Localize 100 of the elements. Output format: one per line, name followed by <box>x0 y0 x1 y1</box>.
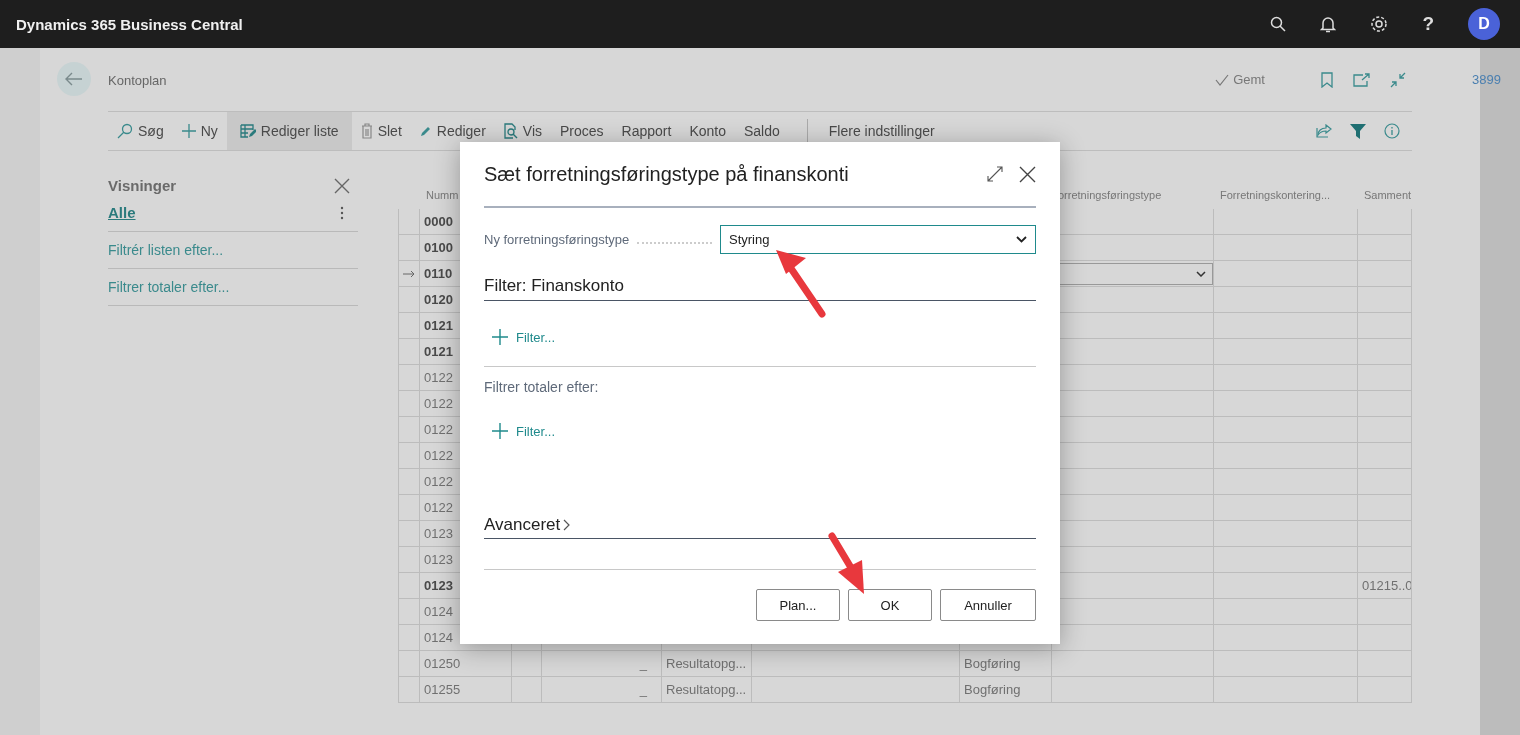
action-button[interactable]: Konto <box>680 112 735 150</box>
dialog-button[interactable]: Annuller <box>940 589 1036 621</box>
trash-icon <box>360 123 373 139</box>
chevron-right-icon <box>563 519 572 531</box>
row-marker-cell[interactable] <box>398 599 420 625</box>
account-number-cell[interactable]: 01255 <box>420 677 512 703</box>
table-cell: Bogføring <box>960 677 1052 703</box>
current-row-arrow-icon <box>403 269 415 278</box>
table-cell <box>1358 547 1412 573</box>
views-title: Visninger <box>108 177 177 194</box>
row-marker-cell[interactable] <box>398 391 420 417</box>
row-marker-cell[interactable] <box>398 313 420 339</box>
table-cell: Resultatopg... <box>662 677 752 703</box>
open-new-window-icon[interactable] <box>1353 72 1370 87</box>
table-cell <box>1358 287 1412 313</box>
row-marker-cell[interactable] <box>398 261 420 287</box>
row-marker-cell[interactable] <box>398 209 420 235</box>
collapse-icon[interactable] <box>1390 71 1406 88</box>
add-filter-link[interactable]: Filter... <box>492 329 555 345</box>
action-button[interactable]: Rediger <box>410 112 495 150</box>
row-marker-cell[interactable] <box>398 443 420 469</box>
select-field[interactable]: Styring <box>720 225 1036 254</box>
user-avatar[interactable]: D <box>1468 8 1500 40</box>
dialog-title: Sæt forretningsføringstype på finanskonti <box>484 162 850 186</box>
back-button[interactable] <box>57 62 91 96</box>
row-marker-cell[interactable] <box>398 287 420 313</box>
search-icon <box>117 123 133 139</box>
action-button[interactable]: Ny <box>172 112 227 150</box>
filter-icon[interactable] <box>1350 123 1366 139</box>
action-button[interactable]: Rapport <box>612 112 681 150</box>
dialog-button[interactable]: OK <box>848 589 932 621</box>
more-options-button[interactable]: Flere indstillinger <box>819 112 944 150</box>
bell-icon[interactable] <box>1320 15 1337 33</box>
row-marker-cell[interactable] <box>398 625 420 651</box>
row-marker-cell[interactable] <box>398 547 420 573</box>
search-icon[interactable] <box>1270 16 1287 32</box>
row-marker-cell[interactable] <box>398 521 420 547</box>
share-icon[interactable] <box>1316 124 1332 138</box>
column-header[interactable]: Forretningskontering... <box>1220 189 1331 201</box>
action-button[interactable]: Vis <box>494 112 551 150</box>
bookmark-icon[interactable] <box>1321 71 1333 88</box>
field-label: Ny forretningsføringstype <box>484 232 630 247</box>
close-icon[interactable] <box>1019 165 1036 183</box>
row-marker-cell[interactable] <box>398 573 420 599</box>
settings-icon[interactable] <box>1370 15 1389 33</box>
plus-icon <box>492 329 508 345</box>
table-cell <box>1358 235 1412 261</box>
plus-icon <box>492 423 508 439</box>
add-filter-link[interactable]: Filter... <box>492 423 555 439</box>
saved-status: Gemt <box>1233 72 1265 87</box>
totals-filter-label: Filtrer totaler efter: <box>484 379 599 395</box>
table-cell <box>1358 677 1412 703</box>
row-marker-cell[interactable] <box>398 339 420 365</box>
table-cell <box>1358 365 1412 391</box>
table-cell <box>1358 313 1412 339</box>
table-cell <box>1358 521 1412 547</box>
close-icon[interactable] <box>334 177 350 194</box>
row-marker-cell[interactable] <box>398 365 420 391</box>
row-marker-cell[interactable] <box>398 235 420 261</box>
check-icon <box>1215 73 1230 86</box>
action-button[interactable]: Saldo <box>735 112 789 150</box>
row-marker-cell[interactable] <box>398 677 420 703</box>
table-cell: Resultatopg... <box>662 651 752 677</box>
row-marker-cell[interactable] <box>398 495 420 521</box>
dialog-button[interactable]: Plan... <box>756 589 840 621</box>
column-header[interactable]: orretningsføringstype <box>1058 189 1162 201</box>
back-arrow-icon <box>65 72 83 86</box>
app-title: Dynamics 365 Business Central <box>16 15 243 33</box>
chevron-down-icon <box>1196 270 1206 277</box>
row-marker-cell[interactable] <box>398 651 420 677</box>
action-button[interactable]: Proces <box>551 112 613 150</box>
table-cell <box>1358 339 1412 365</box>
table-cell <box>1358 599 1412 625</box>
more-options-icon[interactable] <box>340 205 344 220</box>
table-cell <box>1358 495 1412 521</box>
table-cell <box>512 677 542 703</box>
column-header[interactable]: Samment <box>1364 189 1412 201</box>
info-icon[interactable] <box>1384 123 1400 139</box>
table-cell <box>1358 443 1412 469</box>
advanced-section-toggle[interactable]: Avanceret <box>484 515 1036 539</box>
table-cell <box>1358 651 1412 677</box>
action-button[interactable]: Søg <box>108 112 173 150</box>
document-search-icon <box>503 123 518 139</box>
table-cell <box>512 651 542 677</box>
row-marker-cell[interactable] <box>398 417 420 443</box>
row-marker-cell[interactable] <box>398 469 420 495</box>
column-header[interactable]: Numm <box>426 189 459 201</box>
table-cell: Bogføring <box>960 651 1052 677</box>
action-button[interactable]: Slet <box>351 112 411 150</box>
view-link[interactable]: Alle <box>108 204 136 221</box>
account-number-cell[interactable]: 01250 <box>420 651 512 677</box>
table-cell <box>1358 209 1412 235</box>
table-cell <box>1358 391 1412 417</box>
action-button[interactable]: Rediger liste <box>226 112 352 150</box>
plus-icon <box>181 124 196 138</box>
expand-icon[interactable] <box>987 166 1003 182</box>
help-button[interactable]: ? <box>1422 13 1434 35</box>
table-cell <box>1358 469 1412 495</box>
chevron-down-icon <box>1016 236 1027 243</box>
table-cell: _ <box>542 651 662 677</box>
